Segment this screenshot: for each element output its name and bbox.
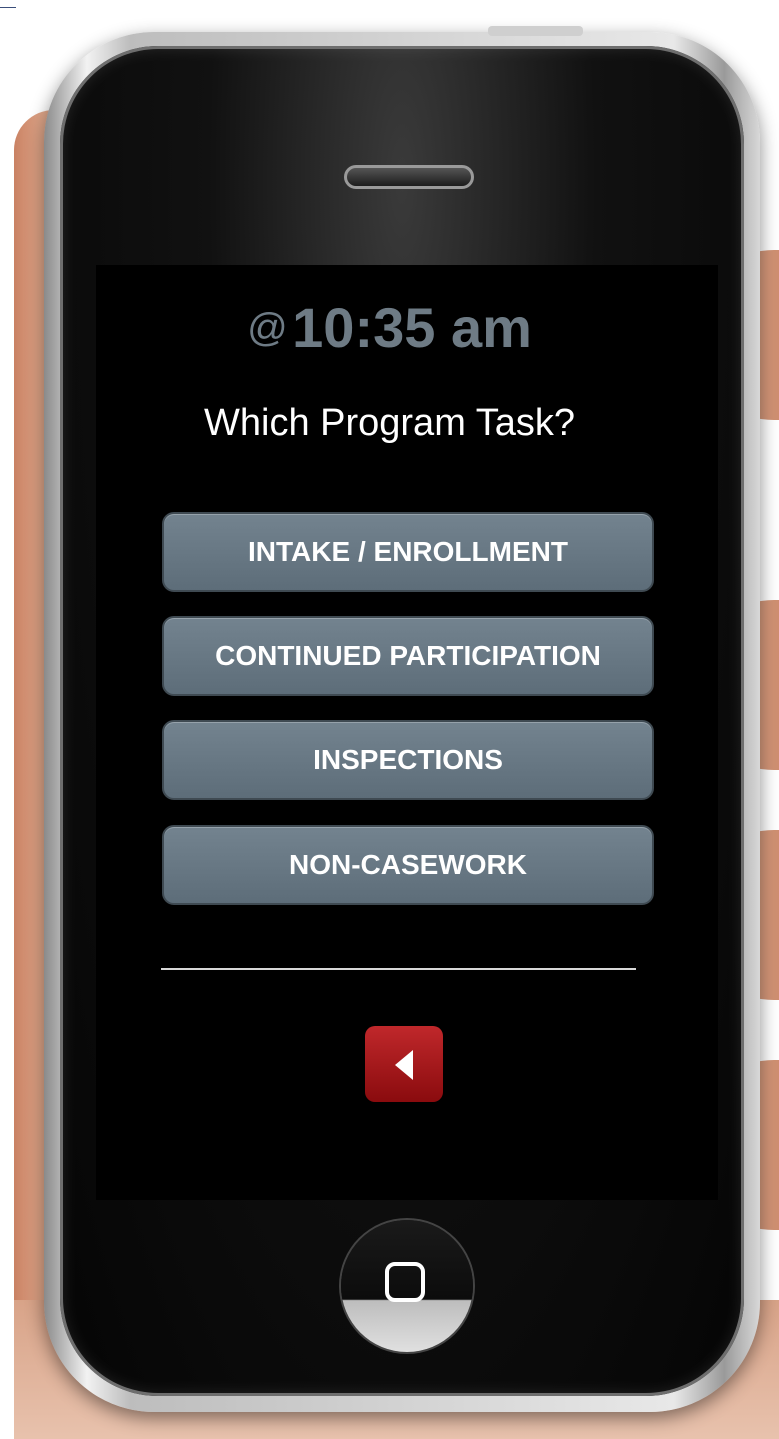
time-display: @ 10:35 am <box>0 295 779 360</box>
time-value: 10:35 am <box>292 296 532 359</box>
non-casework-button[interactable]: NON-CASEWORK <box>162 825 654 905</box>
divider <box>161 968 636 970</box>
intake-enrollment-button[interactable]: INTAKE / ENROLLMENT <box>162 512 654 592</box>
continued-participation-button[interactable]: CONTINUED PARTICIPATION <box>162 616 654 696</box>
home-square-icon <box>385 1262 425 1302</box>
corner-mark <box>0 7 16 8</box>
task-prompt: Which Program Task? <box>204 402 575 444</box>
earpiece-speaker <box>344 165 474 189</box>
chevron-left-icon <box>395 1050 413 1080</box>
sleep-button <box>488 26 583 36</box>
home-button[interactable] <box>341 1220 473 1352</box>
time-prefix: @ <box>247 306 288 350</box>
back-button[interactable] <box>365 1026 443 1102</box>
inspections-button[interactable]: INSPECTIONS <box>162 720 654 800</box>
